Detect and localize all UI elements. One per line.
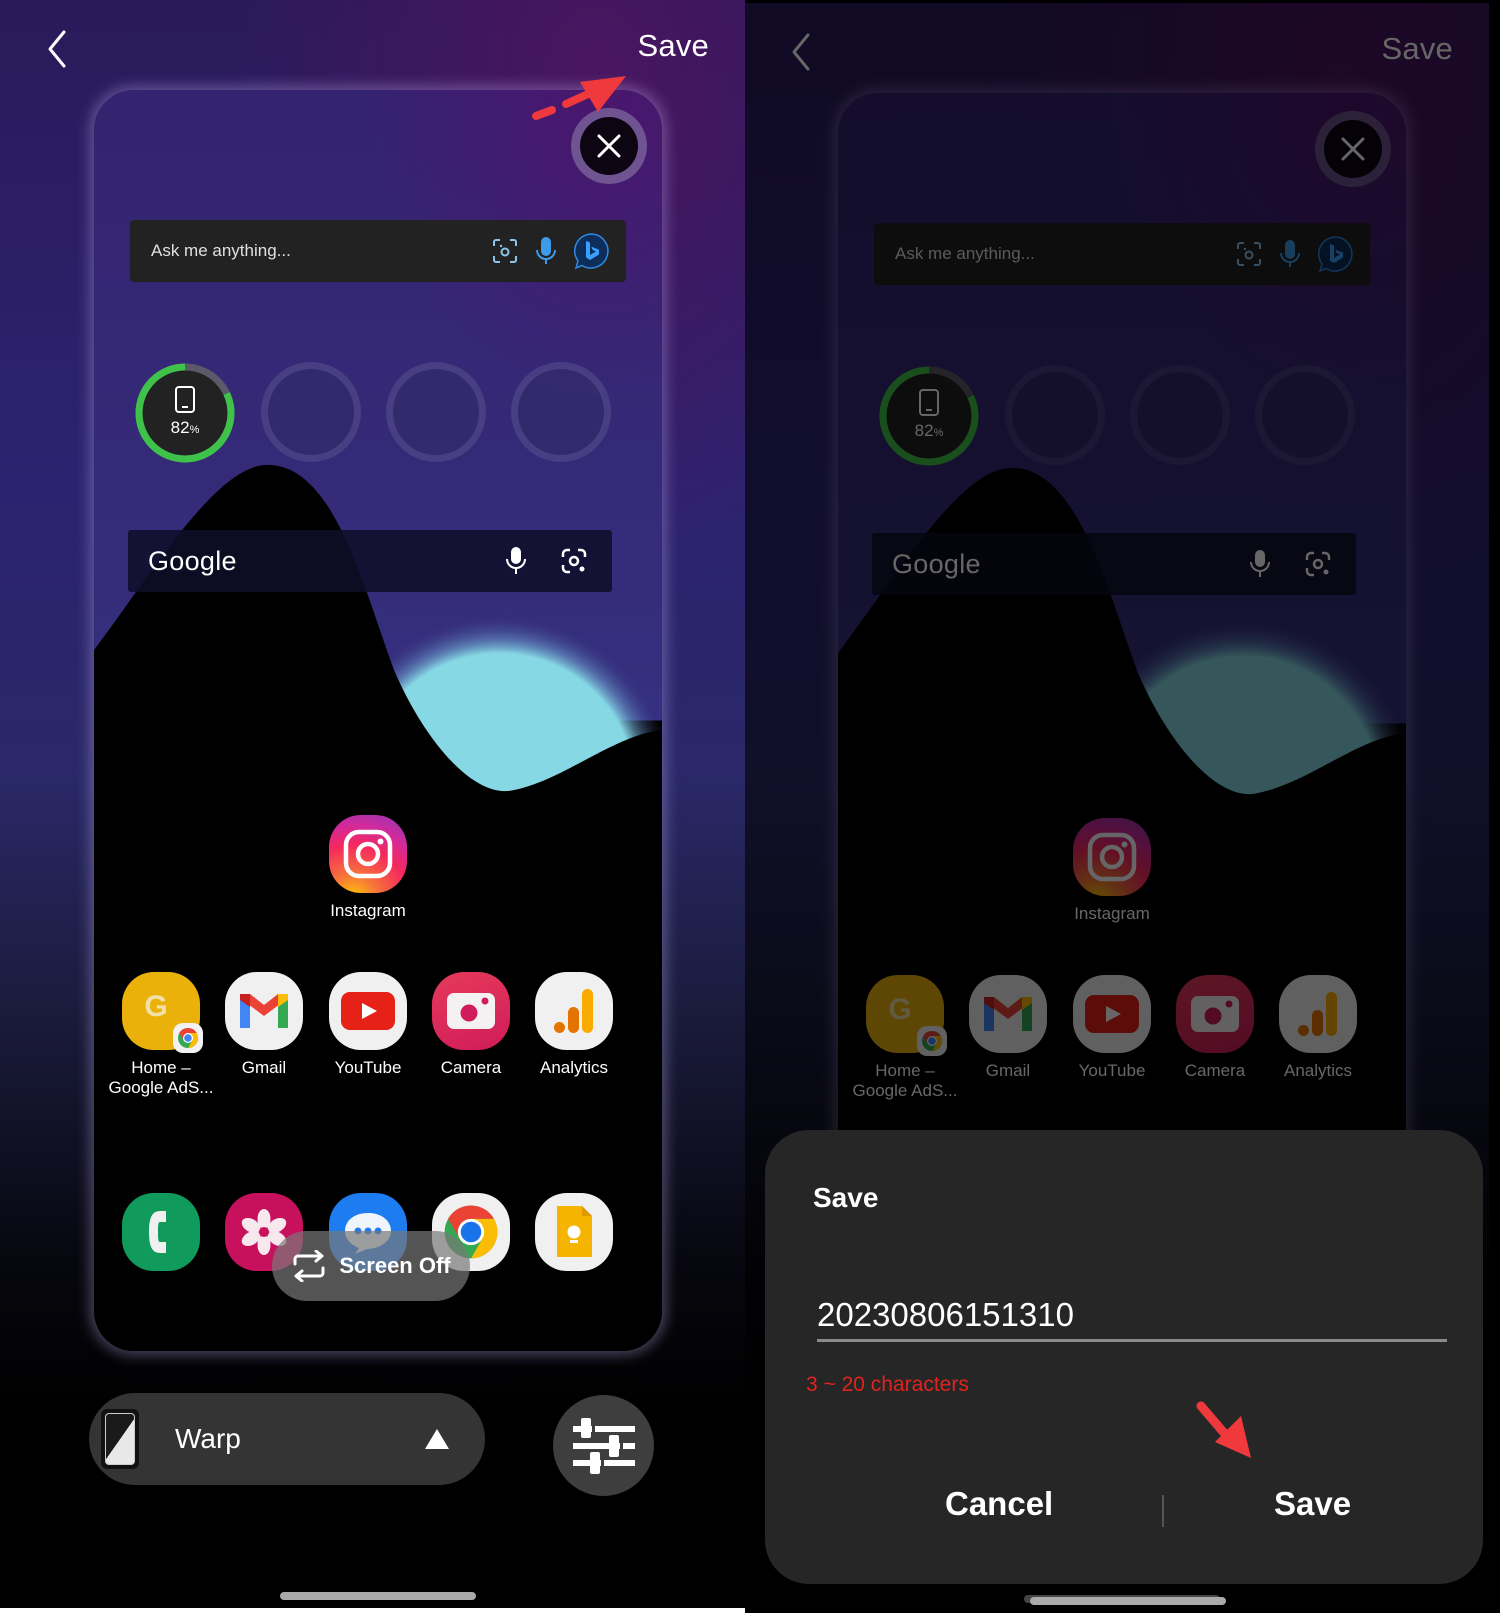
close-icon bbox=[597, 134, 621, 158]
triangle-up-icon bbox=[425, 1429, 449, 1449]
effect-label: Warp bbox=[175, 1423, 241, 1454]
name-input[interactable] bbox=[817, 1290, 1447, 1342]
adjust-button[interactable] bbox=[553, 1395, 654, 1496]
phone-device-icon bbox=[175, 386, 195, 413]
app-phone[interactable] bbox=[106, 1193, 216, 1271]
youtube-icon bbox=[329, 972, 407, 1050]
battery-progress-ring bbox=[135, 363, 235, 463]
google-lens-icon[interactable] bbox=[558, 545, 590, 577]
phone-battery-ring: 82% bbox=[132, 360, 238, 466]
effect-selector[interactable]: Warp bbox=[89, 1393, 485, 1485]
instagram-icon bbox=[329, 815, 407, 893]
app-gmail[interactable]: Gmail bbox=[209, 972, 319, 1078]
edit-screen: Save Ask me an bbox=[0, 0, 745, 1613]
app-keep-notes[interactable] bbox=[519, 1193, 629, 1271]
left-step-panel: Save Ask me anything... 82% Google Insta… bbox=[0, 0, 745, 1613]
save-dialog: Save 3 ~ 20 characters Cancel Save bbox=[765, 1130, 1483, 1584]
keep-icon bbox=[535, 1193, 613, 1271]
phone-icon bbox=[122, 1193, 200, 1271]
annotation-arrow-icon bbox=[532, 76, 626, 120]
lockscreen-preview: Ask me anything... bbox=[94, 90, 662, 1351]
character-limit-hint: 3 ~ 20 characters bbox=[806, 1373, 969, 1396]
home-indicator bbox=[280, 1592, 476, 1600]
empty-battery-slot bbox=[386, 362, 486, 462]
mic-icon[interactable] bbox=[531, 236, 561, 266]
sliders-icon bbox=[572, 1417, 635, 1474]
bing-chat-icon[interactable] bbox=[572, 232, 610, 270]
cancel-button[interactable]: Cancel bbox=[945, 1485, 1053, 1523]
app-analytics[interactable]: Analytics bbox=[519, 972, 629, 1078]
empty-battery-slot bbox=[511, 362, 611, 462]
gmail-icon bbox=[225, 972, 303, 1050]
google-search-widget[interactable]: Google bbox=[128, 530, 612, 592]
screen-off-label: Screen Off bbox=[339, 1253, 451, 1278]
annotation-arrow-icon bbox=[1196, 1401, 1251, 1458]
divider-strip bbox=[0, 1608, 745, 1613]
dialog-title: Save bbox=[813, 1182, 879, 1213]
google-logo: Google bbox=[148, 545, 237, 576]
home-indicator bbox=[1030, 1597, 1226, 1605]
battery-widget: 82% bbox=[132, 360, 622, 470]
repeat-icon bbox=[293, 1250, 325, 1282]
app-google-ads-home[interactable]: G Home – Google AdS... bbox=[106, 972, 216, 1098]
right-step-panel: Save Ask me an bbox=[745, 0, 1500, 1613]
mic-icon[interactable] bbox=[500, 545, 532, 577]
google-ads-icon: G bbox=[122, 972, 203, 1053]
dialog-save-button[interactable]: Save bbox=[1274, 1485, 1351, 1523]
analytics-icon bbox=[535, 972, 613, 1050]
app-camera[interactable]: Camera bbox=[416, 972, 526, 1078]
button-divider bbox=[1162, 1495, 1164, 1527]
save-button[interactable]: Save bbox=[638, 28, 709, 64]
chevron-left-icon bbox=[48, 30, 66, 68]
app-youtube[interactable]: YouTube bbox=[313, 972, 423, 1078]
app-instagram[interactable]: Instagram bbox=[313, 815, 423, 921]
empty-battery-slot bbox=[261, 362, 361, 462]
camera-icon bbox=[432, 972, 510, 1050]
battery-percent: 82% bbox=[170, 418, 200, 437]
screen-off-toggle[interactable]: Screen Off bbox=[272, 1231, 470, 1301]
back-button[interactable] bbox=[38, 24, 78, 74]
visual-search-icon[interactable] bbox=[490, 236, 520, 266]
chrome-badge-icon bbox=[173, 1023, 203, 1053]
ask-placeholder: Ask me anything... bbox=[151, 241, 291, 260]
effect-thumbnail-icon bbox=[101, 1409, 139, 1469]
bing-search-widget[interactable]: Ask me anything... bbox=[130, 220, 626, 282]
